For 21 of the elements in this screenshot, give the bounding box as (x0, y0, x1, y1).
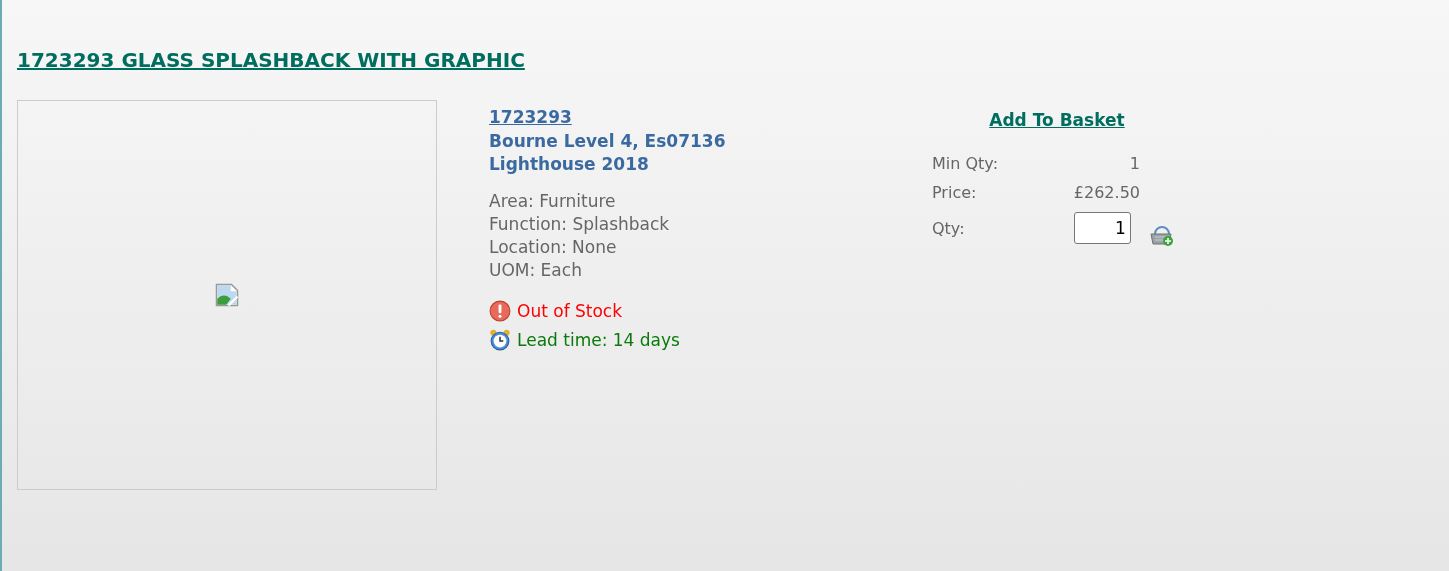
qty-input[interactable]: 1 (1073, 212, 1131, 244)
attribute-text: Function: Splashback (489, 213, 671, 236)
product-title-link[interactable]: 1723293 GLASS SPLASHBACK WITH GRAPHIC (17, 48, 525, 72)
product-name: Bourne Level 4, Es07136 (489, 130, 727, 153)
add-to-basket-link[interactable]: Add To Basket (982, 110, 1132, 130)
alarm-clock-icon (489, 328, 511, 351)
stock-status-text: Out of Stock (517, 300, 623, 321)
broken-image-icon (215, 283, 239, 307)
field-label: Min Qty: (932, 154, 1000, 173)
product-code-link[interactable]: 1723293 (489, 104, 572, 130)
attribute-text: Area: Furniture (489, 190, 617, 213)
warning-icon (489, 299, 511, 322)
field-value: £262.50 (1073, 183, 1140, 202)
product-name: Lighthouse 2018 (489, 153, 650, 176)
attribute-text: UOM: Each (489, 259, 583, 282)
field-label: Price: (932, 183, 978, 202)
stock-status-text: Lead time: 14 days (517, 329, 680, 350)
qty-label: Qty: (932, 218, 966, 238)
attribute-text: Location: None (489, 236, 618, 259)
field-value: 1 (1128, 154, 1140, 173)
basket-add-icon[interactable] (1150, 225, 1174, 247)
